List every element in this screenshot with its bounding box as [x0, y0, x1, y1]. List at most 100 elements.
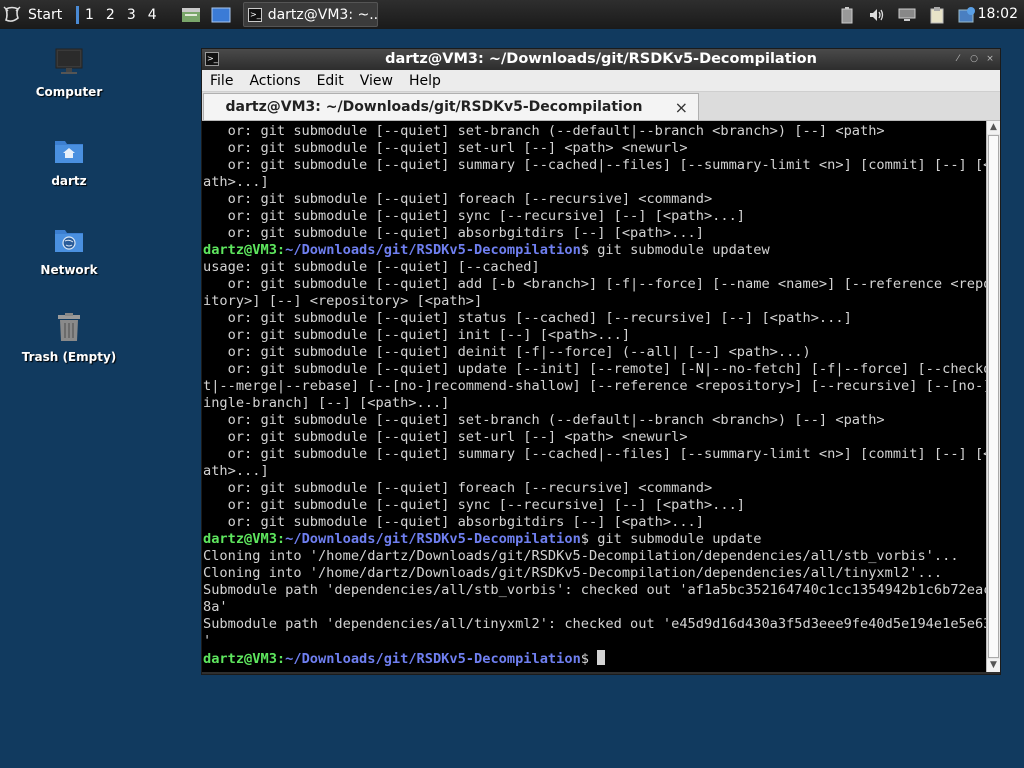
- scrollbar[interactable]: ▲ ▼: [986, 121, 1000, 672]
- title-bar[interactable]: >_ dartz@VM3: ~/Downloads/git/RSDKv5-Dec…: [202, 49, 1000, 70]
- home-folder-icon: [55, 141, 83, 163]
- network-folder-icon: [55, 230, 83, 252]
- prompt-user: dartz@VM3: [203, 531, 277, 547]
- terminal-line: or: git submodule [--quiet] summary [--c…: [203, 446, 986, 462]
- menu-edit[interactable]: Edit: [309, 73, 352, 89]
- scroll-down-icon[interactable]: ▼: [987, 659, 1000, 672]
- menu-bar: File Actions Edit View Help: [202, 70, 1000, 92]
- desktop-icon-network[interactable]: Network: [19, 224, 119, 277]
- terminal-line: 8a': [203, 599, 228, 615]
- terminal-line: or: git submodule [--quiet] status [--ca…: [203, 310, 852, 326]
- terminal-prompt-line: dartz@VM3:~/Downloads/git/RSDKv5-Decompi…: [203, 650, 986, 668]
- desktop-icon-label: dartz: [51, 174, 87, 188]
- text-cursor: [597, 650, 606, 665]
- taskbar: Start 1 2 3 4 >_ dartz@VM3: ~... 18:02: [0, 0, 1024, 29]
- prompt-user: dartz@VM3: [203, 651, 277, 667]
- prompt-path: ~/Downloads/git/RSDKv5-Decompilation: [285, 651, 581, 667]
- tab-label: dartz@VM3: ~/Downloads/git/RSDKv5-Decomp…: [225, 99, 643, 115]
- terminal-line: or: git submodule [--quiet] update [--in…: [203, 361, 986, 377]
- terminal-line: or: git submodule [--quiet] set-url [--]…: [203, 140, 688, 156]
- terminal-line: or: git submodule [--quiet] foreach [--r…: [203, 191, 713, 207]
- clock[interactable]: 18:02: [978, 0, 1018, 29]
- terminal-line: ath>...]: [203, 463, 269, 479]
- maximize-icon[interactable]: ○: [968, 53, 980, 65]
- close-icon[interactable]: ×: [984, 53, 996, 65]
- terminal-tab[interactable]: dartz@VM3: ~/Downloads/git/RSDKv5-Decomp…: [203, 93, 699, 120]
- terminal-line: usage: git submodule [--quiet] [--cached…: [203, 259, 540, 275]
- scrollbar-thumb[interactable]: [988, 135, 999, 658]
- terminal-window: >_ dartz@VM3: ~/Downloads/git/RSDKv5-Dec…: [201, 48, 1001, 675]
- terminal-line: or: git submodule [--quiet] set-url [--]…: [203, 429, 688, 445]
- desktop-icon-label: Network: [40, 263, 98, 277]
- prompt-path: ~/Downloads/git/RSDKv5-Decompilation: [285, 531, 581, 547]
- terminal-line: t|--merge|--rebase] [--[no-]recommend-sh…: [203, 378, 986, 394]
- start-logo-icon: [3, 6, 21, 22]
- minimize-icon[interactable]: ⁄: [952, 53, 964, 65]
- desktop-icon-label: Trash (Empty): [21, 350, 117, 364]
- terminal-line: or: git submodule [--quiet] absorbgitdir…: [203, 225, 704, 241]
- terminal-line: or: git submodule [--quiet] sync [--recu…: [203, 497, 746, 513]
- start-label: Start: [28, 6, 63, 23]
- volume-icon[interactable]: [868, 6, 886, 24]
- workspace-1[interactable]: 1: [85, 7, 94, 23]
- terminal-line: Submodule path 'dependencies/all/stb_vor…: [203, 582, 986, 598]
- terminal-line: Submodule path 'dependencies/all/tinyxml…: [203, 616, 986, 632]
- system-tray: [838, 0, 988, 29]
- desktop-icon-home[interactable]: dartz: [19, 135, 119, 188]
- desktop-icon-label: Computer: [35, 85, 103, 99]
- desktop-icon-computer[interactable]: Computer: [19, 46, 119, 99]
- clipboard-icon[interactable]: [928, 6, 946, 24]
- workspace-separator: [76, 5, 79, 24]
- scroll-up-icon[interactable]: ▲: [987, 121, 1000, 134]
- tab-bar: dartz@VM3: ~/Downloads/git/RSDKv5-Decomp…: [202, 92, 1000, 121]
- menu-view[interactable]: View: [352, 73, 401, 89]
- menu-file[interactable]: File: [202, 73, 241, 89]
- workspace-2[interactable]: 2: [106, 7, 115, 23]
- menu-help[interactable]: Help: [401, 73, 449, 89]
- taskbar-task-terminal[interactable]: >_ dartz@VM3: ~...: [243, 2, 378, 27]
- network-icon[interactable]: [898, 6, 916, 24]
- terminal-line: itory>] [--] <repository> [<path>]: [203, 293, 483, 309]
- terminal-line: or: git submodule [--quiet] absorbgitdir…: [203, 514, 704, 530]
- prompt-command: $: [580, 651, 598, 667]
- desktop-launcher-icon[interactable]: [210, 5, 232, 25]
- prompt-colon: :: [276, 242, 286, 258]
- prompt-colon: :: [276, 531, 286, 547]
- terminal-line: or: git submodule [--quiet] set-branch (…: [203, 412, 885, 428]
- terminal-prompt-line: dartz@VM3:~/Downloads/git/RSDKv5-Decompi…: [203, 531, 986, 548]
- terminal-line: or: git submodule [--quiet] summary [--c…: [203, 157, 986, 173]
- workspace-3[interactable]: 3: [127, 7, 136, 23]
- quick-launch: [180, 0, 240, 29]
- terminal-line: Cloning into '/home/dartz/Downloads/git/…: [203, 548, 959, 564]
- window-title: dartz@VM3: ~/Downloads/git/RSDKv5-Decomp…: [385, 51, 817, 67]
- terminal-line: ': [203, 633, 212, 649]
- terminal-line: ath>...]: [203, 174, 269, 190]
- terminal-output[interactable]: or: git submodule [--quiet] set-branch (…: [202, 121, 986, 672]
- files-launcher-icon[interactable]: [180, 5, 202, 25]
- terminal-icon: >_: [248, 7, 262, 22]
- menu-actions[interactable]: Actions: [241, 73, 308, 89]
- workspace-switcher: 1 2 3 4: [76, 0, 169, 29]
- tab-close-icon[interactable]: ×: [675, 94, 688, 121]
- update-icon[interactable]: [958, 6, 976, 24]
- task-label: dartz@VM3: ~...: [267, 6, 378, 23]
- terminal-line: or: git submodule [--quiet] sync [--recu…: [203, 208, 746, 224]
- terminal-line: Cloning into '/home/dartz/Downloads/git/…: [203, 565, 943, 581]
- workspace-4[interactable]: 4: [148, 7, 157, 23]
- prompt-user: dartz@VM3: [203, 242, 277, 258]
- terminal-line: or: git submodule [--quiet] deinit [-f|-…: [203, 344, 811, 360]
- battery-icon[interactable]: [838, 6, 856, 24]
- terminal-line: or: git submodule [--quiet] foreach [--r…: [203, 480, 713, 496]
- desktop-icon-trash[interactable]: Trash (Empty): [19, 311, 119, 364]
- prompt-command: $ git submodule update: [580, 531, 762, 547]
- terminal-line: or: git submodule [--quiet] add [-b <bra…: [203, 276, 986, 292]
- terminal-lines: or: git submodule [--quiet] set-branch (…: [202, 121, 986, 668]
- prompt-command: $ git submodule updatew: [580, 242, 770, 258]
- trash-icon: [58, 313, 80, 341]
- start-button[interactable]: Start: [2, 0, 62, 29]
- terminal-prompt-line: dartz@VM3:~/Downloads/git/RSDKv5-Decompi…: [203, 242, 986, 259]
- terminal-line: or: git submodule [--quiet] set-branch (…: [203, 123, 885, 139]
- terminal-line: or: git submodule [--quiet] init [--] [<…: [203, 327, 631, 343]
- prompt-colon: :: [276, 651, 286, 667]
- computer-icon: [55, 48, 83, 74]
